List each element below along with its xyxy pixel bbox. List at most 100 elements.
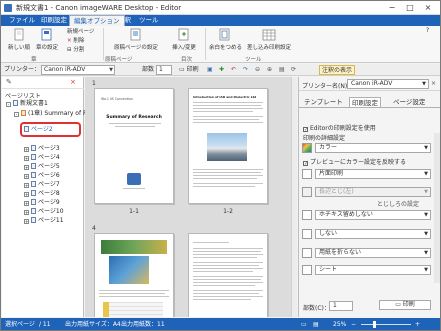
print-button[interactable]: ▭ 印刷 [179,65,199,75]
tree-page[interactable]: + ページ7 [24,180,60,189]
zoom-level: 25% [333,321,347,328]
expand-icon[interactable]: + [24,192,29,197]
copies-label: 部数 [142,66,155,73]
tree-chapter[interactable]: - (1章) Summary of R... [14,109,93,118]
expand-icon[interactable]: + [24,174,29,179]
print-now-button[interactable]: ▭ 印刷 [379,300,431,310]
undo-icon[interactable]: ↶ [231,65,236,75]
punch-icon [302,229,312,239]
zoom-in-icon[interactable]: ⊕ [267,65,272,75]
expand-icon[interactable]: + [24,219,29,224]
duplex-icon [302,169,312,179]
staple-icon [302,210,312,220]
tree-root[interactable]: - 新規文書1 [6,99,48,108]
tab-tools[interactable]: ツール [135,15,163,26]
tree-page[interactable]: + ページ5 [24,162,60,171]
tab-template[interactable]: テンプレート [302,97,345,107]
view-mode-icon[interactable]: ▤ [313,318,319,330]
tab-file[interactable]: ファイル [5,15,39,26]
tree-page[interactable]: + ページ6 [24,171,60,180]
collapse-icon[interactable]: - [6,102,11,107]
text-line [193,296,263,297]
close-button[interactable]: × [421,1,435,14]
zoom-out-icon[interactable]: − [351,318,356,330]
tree-page[interactable]: + ページ4 [24,153,60,162]
select-tool-icon[interactable]: ▣ [207,65,213,75]
text-line [193,172,261,173]
copies-input[interactable]: 1 [156,65,172,75]
tree-page[interactable]: + ページ3 [24,144,60,153]
maximize-button[interactable]: □ [403,1,417,14]
page-thumbnail[interactable] [94,233,174,317]
minimize-button[interactable]: − [385,1,399,14]
page-icon [31,190,36,196]
view-mode-icon[interactable]: ▭ [301,318,307,330]
fold-select[interactable]: 用紙を折らない ▼ [315,248,431,258]
page-view-scrollbar[interactable] [291,77,297,317]
duplex-select[interactable]: 片面印刷 ▼ [315,169,431,179]
binding-select[interactable]: 長辺とじ(左) ▼ [315,187,431,197]
split-button[interactable]: ⊟ 分割 [67,45,84,53]
close-icon[interactable]: × [431,80,436,87]
chapter-settings-button[interactable]: 章の設定 [33,28,61,51]
zoom-slider[interactable] [361,324,411,325]
text-line [193,178,257,179]
help-icon[interactable]: ? [426,27,429,34]
expand-icon[interactable]: + [24,201,29,206]
page-text-settings-button[interactable]: 原稿ページの設定 [111,28,161,51]
group-label-toc: 目次 [181,57,193,63]
expand-icon[interactable]: + [24,183,29,188]
fit-page-icon[interactable]: ▤ [279,65,285,75]
pan-tool-icon[interactable]: ✚ [219,65,224,75]
collapse-icon[interactable]: - [14,112,19,117]
page-settings-icon [130,28,141,41]
tree-page[interactable]: + ページ11 [24,216,64,225]
tree-page[interactable]: + ページ8 [24,189,60,198]
expand-icon[interactable]: + [24,165,29,170]
new-page-small-button[interactable]: 新規ページ [67,27,94,35]
close-pane-icon[interactable]: × [70,78,76,86]
mail-merge-button[interactable]: 差し込み印刷設定 [244,28,294,51]
staple-select[interactable]: ホチキス留めしない ▼ [315,210,431,220]
zoom-slider-thumb[interactable] [373,321,376,328]
expand-icon[interactable]: + [24,156,29,161]
zoom-out-icon[interactable]: ⊖ [255,65,260,75]
sheet-select[interactable]: シート ▼ [315,265,431,275]
settings-scrollbar[interactable] [434,133,440,283]
tab-print-settings[interactable]: 印刷設定 [37,15,71,26]
page-thumbnail[interactable] [188,233,268,317]
text-line [193,279,261,280]
expand-icon[interactable]: + [24,210,29,215]
redo-icon[interactable]: ↷ [243,65,248,75]
tree-page[interactable]: + ページ9 [24,198,60,207]
tab-print-settings-pane[interactable]: 印刷設定 [349,97,381,107]
text-line [193,242,229,243]
page-thumbnail[interactable]: Introduction of IAR and Dielectric Ltd [188,88,268,204]
color-mode-select[interactable]: カラー ▼ [315,143,431,153]
text-line [193,248,263,249]
tab-annotation[interactable]: 注釈 [114,15,135,26]
delete-button[interactable]: ✕ 削除 [67,36,84,44]
page-thumbnail[interactable]: Wo.1 IIS Convention Summary of Research [94,88,174,204]
tree-page[interactable]: + ページ10 [24,207,64,216]
rotate-icon[interactable]: ⟳ [291,65,296,75]
text-line [109,123,161,124]
printer-select[interactable]: Canon iR-ADV ▼ [41,65,115,75]
pin-icon[interactable]: ✎ [6,78,12,86]
zoom-in-icon[interactable]: + [415,318,420,330]
printer-name-select[interactable]: Canon iR-ADV ▼ [347,79,429,89]
expand-icon[interactable]: + [24,147,29,152]
color-mode-icon [302,143,312,153]
new-order-button[interactable]: 新しい順 [5,28,33,51]
use-editor-settings-checkbox[interactable]: ✓ Editorの印刷設定を使用 [303,123,376,133]
punch-select[interactable]: しない ▼ [315,229,431,239]
printer-name-label: プリンター名(N)： [302,83,354,90]
binding-margin-link[interactable]: とじしろの設定 [377,199,419,208]
tab-page-settings[interactable]: ページ設定 [391,97,427,107]
trim-margins-button[interactable]: 余白をつめる [209,28,242,51]
page-icon [31,181,36,187]
insert-change-button[interactable]: 挿入/変更 [169,28,199,51]
annotation-display-toggle[interactable]: 注釈の表示 [319,65,356,75]
copies-input[interactable]: 1 [329,301,353,311]
preview-color-checkbox[interactable]: ✓ プレビューにカラー設定を反映する [303,157,406,167]
